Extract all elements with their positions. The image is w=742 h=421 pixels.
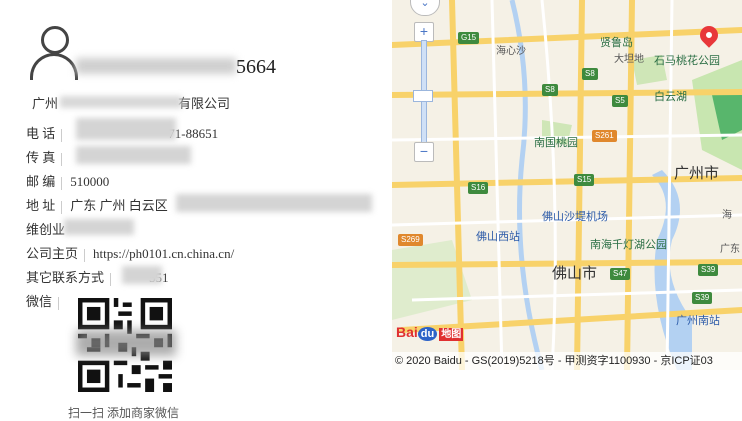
row-address: 地 址广东 广州 白云区	[26, 195, 168, 214]
map-label: 佛山沙堤机场	[542, 211, 608, 223]
map-label: 广州南站	[676, 315, 720, 327]
map-label: 海心沙	[496, 46, 526, 57]
road-shield: S269	[398, 234, 423, 246]
map-label: 南国桃园	[534, 137, 578, 149]
zoom-control[interactable]: + −	[413, 20, 434, 162]
map-label: 佛山市	[552, 265, 598, 282]
company-name-redacted	[60, 96, 182, 108]
zoom-slider-handle[interactable]	[413, 90, 433, 102]
row-homepage: 公司主页 https://ph0101.cn.china.cn/	[26, 243, 234, 262]
row-label: 电 话	[26, 126, 56, 141]
extra-address-redacted	[64, 219, 134, 235]
map-label: 石马桃花公园	[654, 55, 720, 67]
map-label: 贤鲁岛	[600, 37, 633, 49]
row-extra-address: 维创业	[26, 219, 65, 238]
road-shield: S8	[582, 68, 598, 80]
row-wechat: 微信	[26, 291, 67, 310]
qr-redacted	[76, 330, 176, 356]
baidu-logo: Bai du 地图	[396, 324, 464, 341]
row-label: 传 真	[26, 150, 56, 165]
fax-redacted	[76, 146, 191, 164]
map-copyright: © 2020 Baidu - GS(2019)5218号 - 甲测资字11009…	[392, 352, 742, 370]
row-value: 广东 广州 白云区	[70, 198, 168, 213]
contact-panel: 5664 广州 有限公司 电 话 71-88651 传 真 邮 编 510000 地 …	[0, 0, 390, 420]
road-shield: S261	[592, 130, 617, 142]
user-icon	[30, 26, 78, 80]
map-label: 大坦地	[614, 54, 644, 65]
qr-caption: 扫一扫 添加商家微信	[68, 406, 180, 420]
contact-name-redacted	[76, 58, 236, 74]
other-contact-redacted	[122, 266, 162, 284]
map-label: 广州市	[674, 165, 720, 182]
row-label: 维创业	[26, 222, 66, 237]
phone-redacted	[76, 118, 176, 140]
road-shield: S39	[698, 264, 719, 276]
road-shield: S16	[468, 182, 489, 194]
road-shield: S15	[574, 174, 595, 186]
row-postcode: 邮 编 510000	[26, 171, 109, 190]
address-redacted	[176, 194, 372, 212]
zoom-out-button[interactable]: −	[414, 142, 434, 162]
homepage-link[interactable]: https://ph0101.cn.china.cn/	[93, 246, 234, 261]
map-label: 广东	[720, 244, 740, 255]
row-label: 其它联系方式	[26, 270, 105, 285]
road-shield: S39	[692, 292, 713, 304]
row-value: 510000	[70, 174, 110, 189]
row-label: 邮 编	[26, 174, 56, 189]
road-shield: G15	[458, 32, 480, 44]
row-label: 公司主页	[26, 246, 79, 261]
map-label: 佛山西站	[476, 231, 520, 243]
baidu-map[interactable]: ⌄ + − 贤鲁岛 大坦地 石马桃花公园 白云湖 海心沙 南国桃园 广州市 佛山…	[392, 0, 742, 370]
map-label: 海	[722, 210, 732, 221]
row-label: 地 址	[26, 198, 56, 213]
road-shield: S47	[610, 268, 631, 280]
road-shield: S5	[612, 95, 628, 107]
row-fax: 传 真	[26, 147, 70, 166]
row-label: 微信	[26, 294, 53, 309]
map-label: 白云湖	[654, 91, 687, 103]
road-shield: S8	[542, 84, 558, 96]
map-label: 南海千灯湖公园	[590, 239, 667, 251]
zoom-in-button[interactable]: +	[414, 22, 434, 42]
contact-phone: 5664	[236, 56, 276, 78]
